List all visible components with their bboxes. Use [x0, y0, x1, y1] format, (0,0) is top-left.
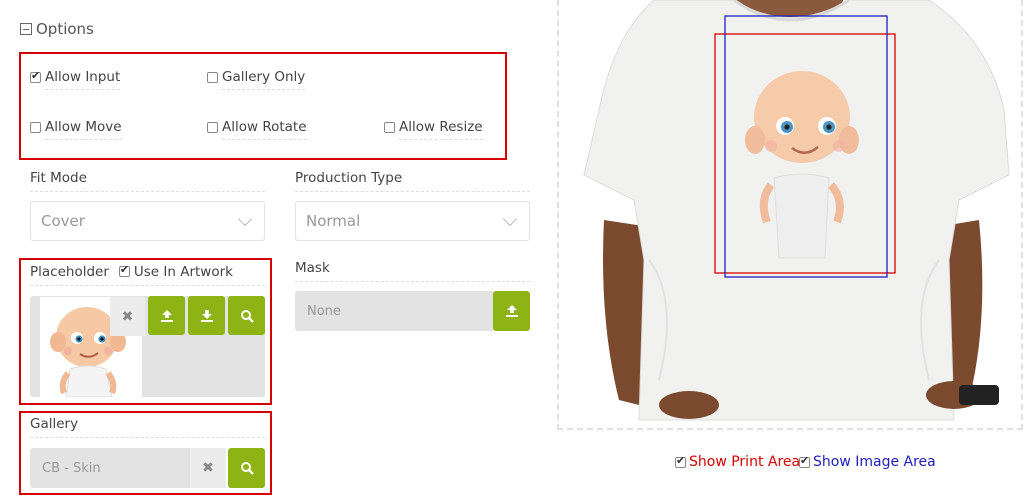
close-icon: ✖	[121, 308, 134, 325]
allow-rotate-checkbox[interactable]: Allow Rotate	[207, 119, 307, 140]
checkbox-box[interactable]	[30, 69, 41, 83]
checkbox-box[interactable]	[207, 122, 218, 133]
allow-move-checkbox[interactable]: Allow Move	[30, 119, 122, 140]
checkbox-box[interactable]	[30, 122, 41, 133]
checkbox-box[interactable]	[384, 122, 395, 133]
mask-label: Mask	[295, 260, 530, 282]
use-in-artwork-checkbox[interactable]: Use In Artwork	[118, 263, 233, 280]
fit-mode-select[interactable]: Cover	[30, 201, 265, 241]
checkbox-box[interactable]	[207, 72, 218, 83]
upload-icon	[160, 309, 173, 322]
chevron-down-icon	[237, 211, 253, 226]
preview-canvas[interactable]	[557, 0, 1023, 430]
gallery-value: CB - Skin	[42, 460, 101, 476]
placeholder-download-button[interactable]	[188, 296, 225, 335]
chevron-down-icon	[502, 211, 518, 226]
production-type-value: Normal	[306, 212, 361, 230]
search-icon	[240, 309, 254, 323]
close-icon: ✖	[202, 460, 214, 476]
placeholder-header: Placeholder Use In Artwork	[30, 263, 265, 286]
download-icon	[200, 309, 213, 322]
gallery-clear-button[interactable]: ✖	[190, 448, 226, 488]
checkbox-label: Gallery Only	[222, 69, 306, 90]
checkbox-label: Allow Input	[45, 69, 121, 90]
checkbox-label: Allow Resize	[399, 119, 483, 140]
tshirt-model-image	[559, 0, 1021, 426]
production-type-label: Production Type	[295, 170, 530, 192]
collapse-icon[interactable]	[20, 23, 32, 35]
gallery-field[interactable]: CB - Skin	[30, 448, 190, 488]
options-title: Options	[36, 20, 94, 38]
mask-value: None	[307, 303, 341, 319]
checkbox-box[interactable]	[799, 454, 810, 468]
allow-resize-checkbox[interactable]: Allow Resize	[384, 119, 483, 140]
placeholder-label: Placeholder	[30, 264, 109, 280]
allow-input-checkbox[interactable]: Allow Input	[30, 69, 121, 90]
checkbox-label: Allow Move	[45, 119, 122, 140]
upload-icon	[505, 305, 518, 317]
production-type-select[interactable]: Normal	[295, 201, 530, 241]
mask-field[interactable]: None	[295, 291, 493, 331]
show-image-area-toggle[interactable]: Show Image Area	[799, 454, 936, 470]
gallery-only-checkbox[interactable]: Gallery Only	[207, 69, 306, 90]
checkbox-label: Allow Rotate	[222, 119, 307, 140]
checkbox-label: Use In Artwork	[133, 264, 233, 280]
show-print-area-label: Show Print Area	[689, 454, 801, 470]
search-icon	[240, 462, 254, 475]
show-image-area-label: Show Image Area	[813, 454, 936, 470]
fit-mode-label: Fit Mode	[30, 170, 265, 192]
options-header[interactable]: Options	[20, 18, 94, 40]
show-print-area-toggle[interactable]: Show Print Area	[675, 454, 800, 470]
checkbox-box[interactable]	[118, 263, 130, 277]
placeholder-upload-button[interactable]	[148, 296, 185, 335]
checkbox-box[interactable]	[675, 454, 686, 468]
gallery-label: Gallery	[30, 416, 265, 438]
gallery-search-button[interactable]	[228, 448, 265, 488]
fit-mode-value: Cover	[41, 212, 85, 230]
placeholder-search-button[interactable]	[228, 296, 265, 335]
placeholder-clear-button[interactable]: ✖	[110, 297, 145, 336]
mask-upload-button[interactable]	[493, 291, 530, 331]
